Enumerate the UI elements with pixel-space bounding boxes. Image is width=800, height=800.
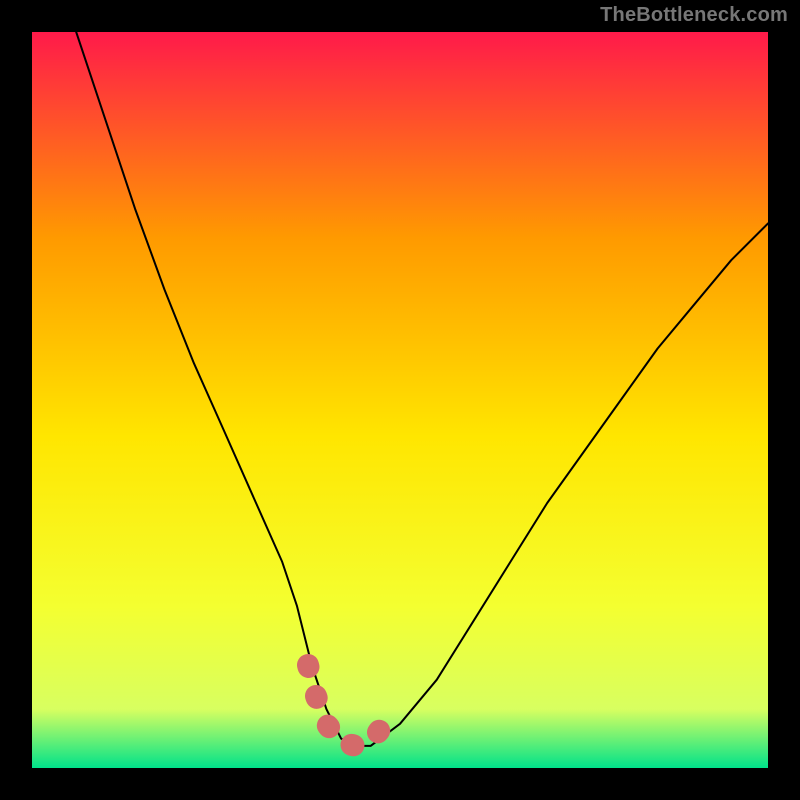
gradient-background: [32, 32, 768, 768]
chart-plot-area: [32, 32, 768, 768]
chart-svg: [32, 32, 768, 768]
chart-frame: TheBottleneck.com: [0, 0, 800, 800]
attribution-text: TheBottleneck.com: [600, 4, 788, 27]
